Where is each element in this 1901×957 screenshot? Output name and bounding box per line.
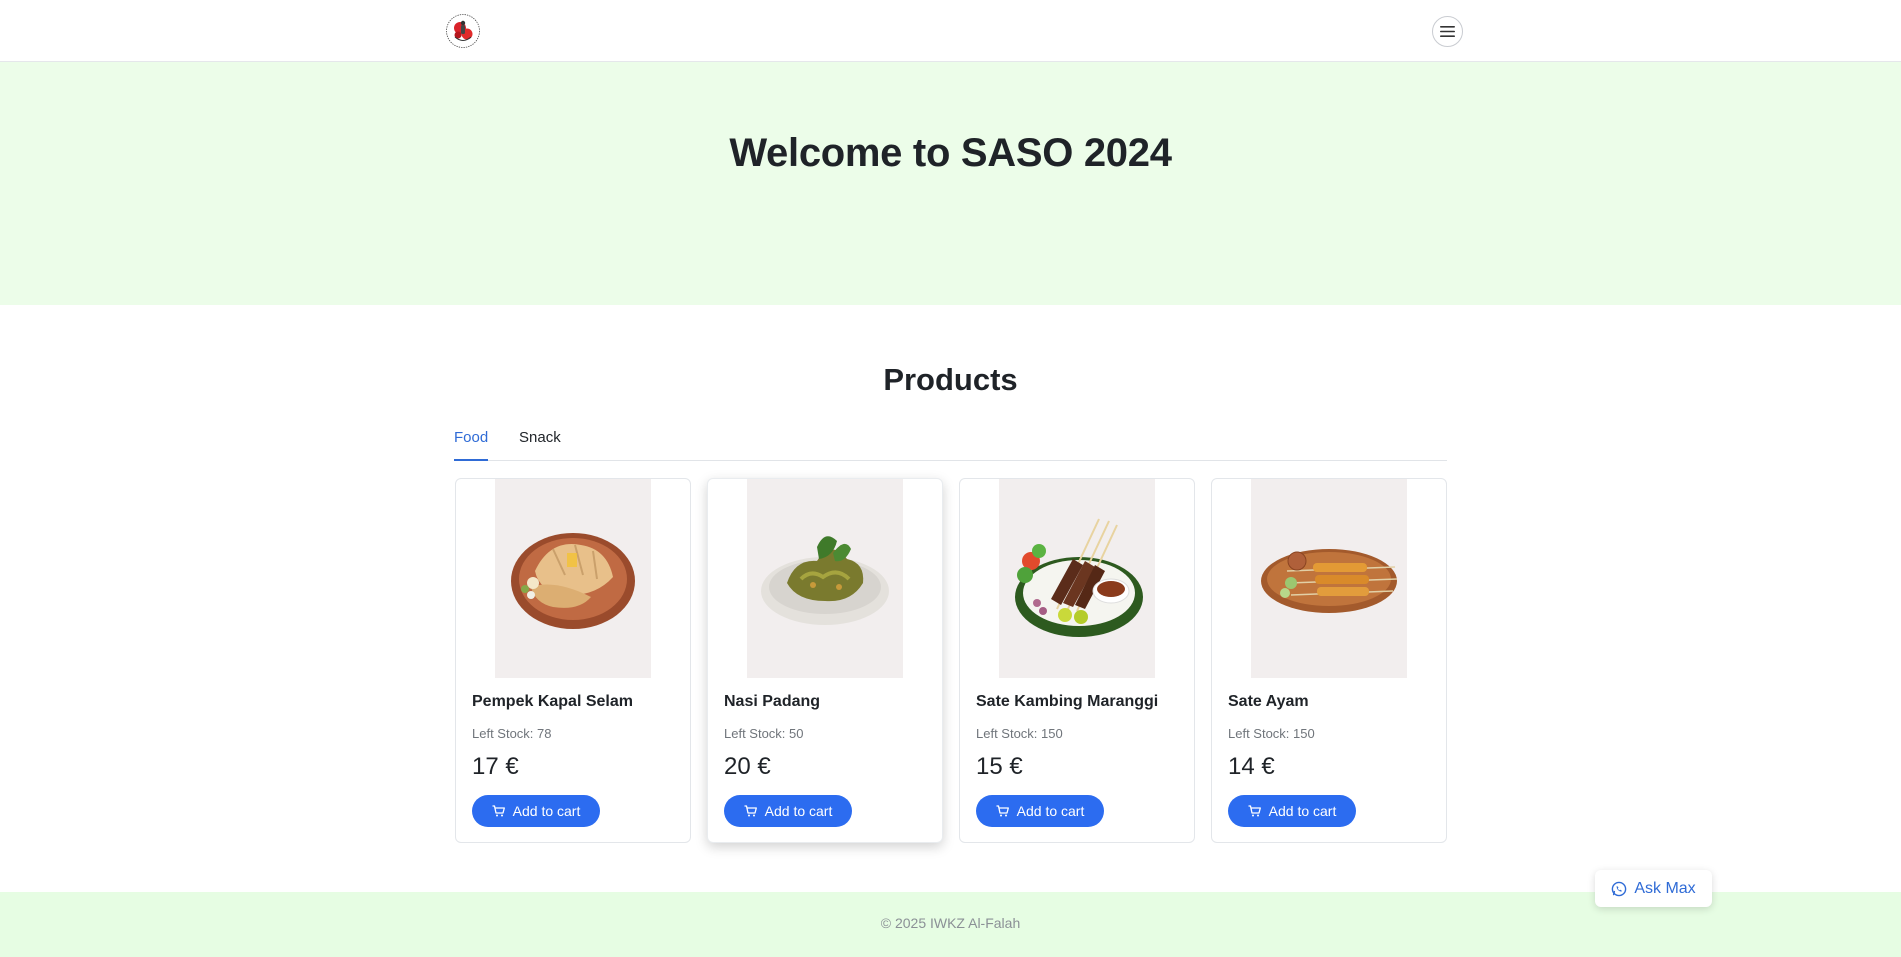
products-title: Products bbox=[883, 362, 1018, 397]
product-stock: Left Stock: 50 bbox=[724, 726, 804, 741]
product-stock: Left Stock: 78 bbox=[472, 726, 552, 741]
product-tabs: Food Snack bbox=[454, 421, 1447, 461]
footer-copyright: © 2025 IWKZ Al-Falah bbox=[880, 915, 1021, 931]
product-name: Sate Kambing Maranggi bbox=[976, 693, 1159, 710]
product-stock: Left Stock: 150 bbox=[976, 726, 1063, 741]
hero-title: Welcome to SASO 2024 bbox=[729, 131, 1172, 175]
add-to-cart-label: Add to cart bbox=[1268, 803, 1337, 819]
product-price: 20 € bbox=[724, 753, 771, 780]
product-price: 15 € bbox=[976, 753, 1023, 780]
add-to-cart-button[interactable]: Add to cart bbox=[724, 795, 852, 827]
cart-icon bbox=[1248, 805, 1261, 817]
product-name: Pempek Kapal Selam bbox=[472, 693, 633, 710]
event-logo[interactable] bbox=[441, 13, 485, 49]
hamburger-menu-icon bbox=[1440, 26, 1455, 37]
product-card[interactable]: Sate Kambing Maranggi Left Stock: 150 15… bbox=[959, 478, 1195, 843]
cart-icon bbox=[744, 805, 757, 817]
product-price: 14 € bbox=[1228, 753, 1275, 780]
product-image bbox=[1251, 479, 1407, 678]
product-card[interactable]: Pempek Kapal Selam Left Stock: 78 17 € A… bbox=[455, 478, 691, 843]
navbar bbox=[0, 0, 1901, 62]
ask-max-label: Ask Max bbox=[1634, 879, 1696, 897]
product-name: Nasi Padang bbox=[724, 693, 821, 710]
product-card[interactable]: Nasi Padang Left Stock: 50 20 € Add to c… bbox=[707, 478, 943, 843]
product-price: 17 € bbox=[472, 753, 519, 780]
product-stock: Left Stock: 150 bbox=[1228, 726, 1315, 741]
ask-max-button[interactable]: Ask Max bbox=[1595, 870, 1712, 907]
add-to-cart-button[interactable]: Add to cart bbox=[472, 795, 600, 827]
tab-snack[interactable]: Snack bbox=[519, 429, 563, 461]
add-to-cart-label: Add to cart bbox=[764, 803, 833, 819]
hero-banner: Welcome to SASO 2024 bbox=[0, 62, 1901, 305]
cart-icon bbox=[492, 805, 505, 817]
add-to-cart-label: Add to cart bbox=[1016, 803, 1085, 819]
add-to-cart-label: Add to cart bbox=[512, 803, 581, 819]
product-image bbox=[495, 479, 651, 678]
add-to-cart-button[interactable]: Add to cart bbox=[1228, 795, 1356, 827]
tab-food[interactable]: Food bbox=[454, 429, 488, 461]
product-name: Sate Ayam bbox=[1228, 693, 1309, 710]
cart-icon bbox=[996, 805, 1009, 817]
product-image bbox=[999, 479, 1155, 678]
whatsapp-icon bbox=[1612, 881, 1627, 896]
menu-button[interactable] bbox=[1432, 16, 1463, 47]
product-image bbox=[747, 479, 903, 678]
product-card[interactable]: Sate Ayam Left Stock: 150 14 € Add to ca… bbox=[1211, 478, 1447, 843]
add-to-cart-button[interactable]: Add to cart bbox=[976, 795, 1104, 827]
